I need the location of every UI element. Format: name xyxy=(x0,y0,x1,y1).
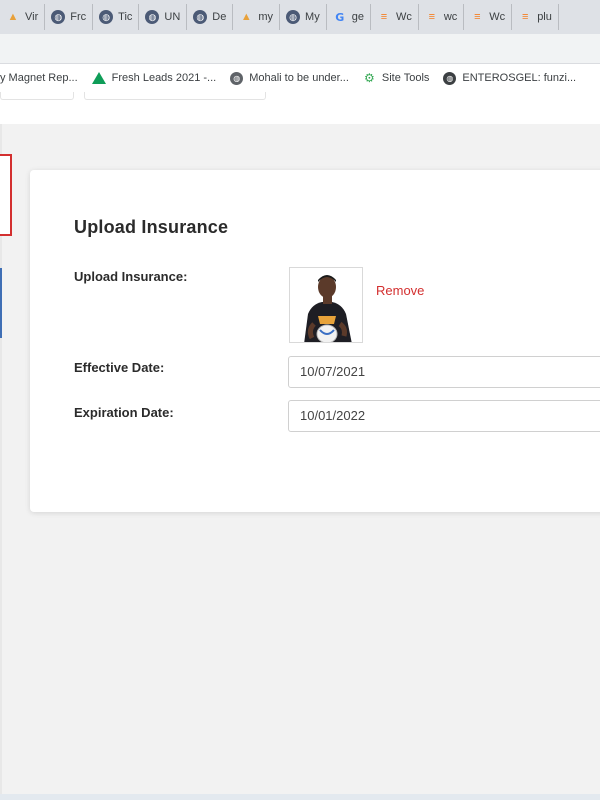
insurance-thumbnail[interactable] xyxy=(289,267,363,343)
globe-icon: ◍ xyxy=(193,10,208,24)
bottom-scroll-edge xyxy=(0,794,600,800)
stack-icon: ≡ xyxy=(521,11,529,23)
bookmark-label: Mohali to be under... xyxy=(249,72,349,84)
tab-label: plu xyxy=(537,11,552,23)
world-icon: ◍ xyxy=(230,71,244,85)
globe-icon: ◍ xyxy=(99,10,114,24)
person-photo-icon xyxy=(290,268,362,342)
google-icon: G xyxy=(335,10,345,24)
tab-label: ge xyxy=(351,11,364,23)
globe-icon: ◍ xyxy=(286,10,301,24)
tab-label: My xyxy=(305,11,320,23)
browser-tab-strip: ▲ Vir ◍ Frc ◍ Tic ◍ UN ◍ De ▲ my ◍ My Gge ≡ Wc ≡… xyxy=(0,0,600,34)
tab-label: De xyxy=(212,11,227,23)
effective-date-label: Effective Date: xyxy=(74,360,165,375)
tab-label: UN xyxy=(164,11,181,23)
header-field-left[interactable] xyxy=(0,92,74,100)
dark-globe-icon: ◍ xyxy=(443,71,457,85)
tab-1[interactable]: ▲ Vir xyxy=(0,4,46,30)
chart-icon: ▲ xyxy=(7,11,19,23)
tab-label: Vir xyxy=(25,11,39,23)
expiration-date-field[interactable]: 10/01/2022 xyxy=(288,400,600,432)
tab-label: Frc xyxy=(70,11,87,23)
stack-icon: ≡ xyxy=(474,11,481,23)
upload-insurance-label: Upload Insurance: xyxy=(74,269,188,284)
tab-10[interactable]: ≡ wc xyxy=(419,4,465,30)
tab-3[interactable]: ◍ Tic xyxy=(93,4,140,30)
bookmark-fresh-leads[interactable]: Fresh Leads 2021 -... xyxy=(91,72,217,84)
tab-9[interactable]: ≡ Wc xyxy=(371,4,419,30)
stack-icon: ≡ xyxy=(428,11,436,23)
active-sidebar-indicator xyxy=(0,268,2,338)
bookmark-enterosgel[interactable]: ◍ ENTEROSGEL: funzi... xyxy=(443,71,577,85)
tab-label: my xyxy=(258,11,274,23)
tab-4[interactable]: ◍ UN xyxy=(139,4,188,30)
drive-icon xyxy=(91,72,106,84)
tab-11[interactable]: ≡ Wc xyxy=(464,4,513,30)
effective-date-field[interactable]: 10/07/2021 xyxy=(288,356,600,388)
card-title: Upload Insurance xyxy=(74,217,229,237)
tab-5[interactable]: ◍ De xyxy=(187,4,234,30)
tab-7[interactable]: ◍ My xyxy=(280,4,327,30)
tab-8[interactable]: Gge xyxy=(327,4,371,30)
globe-icon: ◍ xyxy=(51,10,66,24)
bookmark-label: Site Tools xyxy=(381,72,430,84)
header-field-search[interactable] xyxy=(84,92,266,100)
bookmark-magnet[interactable]: y Magnet Rep... xyxy=(0,72,78,84)
tab-12[interactable]: ≡ plu xyxy=(512,4,559,30)
upload-insurance-card: Upload Insurance Upload Insurance: Remov… xyxy=(30,170,600,512)
remove-button[interactable]: Remove xyxy=(376,283,424,298)
globe-icon: ◍ xyxy=(145,10,160,24)
tab-label: Wc xyxy=(395,11,412,23)
bookmark-label: Fresh Leads 2021 -... xyxy=(111,72,217,84)
bookmarks-bar: y Magnet Rep... Fresh Leads 2021 -... ◍ M… xyxy=(0,64,600,92)
tab-label: Wc xyxy=(489,11,506,23)
bookmark-mohali[interactable]: ◍ Mohali to be under... xyxy=(230,71,349,85)
tab-label: Tic xyxy=(118,11,133,23)
highlighted-sidebar-item[interactable] xyxy=(0,154,12,236)
bookmark-label: ENTEROSGEL: funzi... xyxy=(462,72,577,84)
gear-icon: ⚙ xyxy=(364,71,375,85)
bookmark-label: y Magnet Rep... xyxy=(0,72,78,84)
browser-toolbar xyxy=(0,34,600,64)
stack-icon: ≡ xyxy=(380,11,388,23)
chart-icon: ▲ xyxy=(240,11,252,23)
tab-label: wc xyxy=(443,11,458,23)
bookmark-site-tools[interactable]: ⚙ Site Tools xyxy=(363,71,430,85)
expiration-date-label: Expiration Date: xyxy=(74,405,174,420)
tab-6[interactable]: ▲ my xyxy=(233,4,281,30)
page-header xyxy=(0,92,600,124)
tab-2[interactable]: ◍ Frc xyxy=(45,4,94,30)
